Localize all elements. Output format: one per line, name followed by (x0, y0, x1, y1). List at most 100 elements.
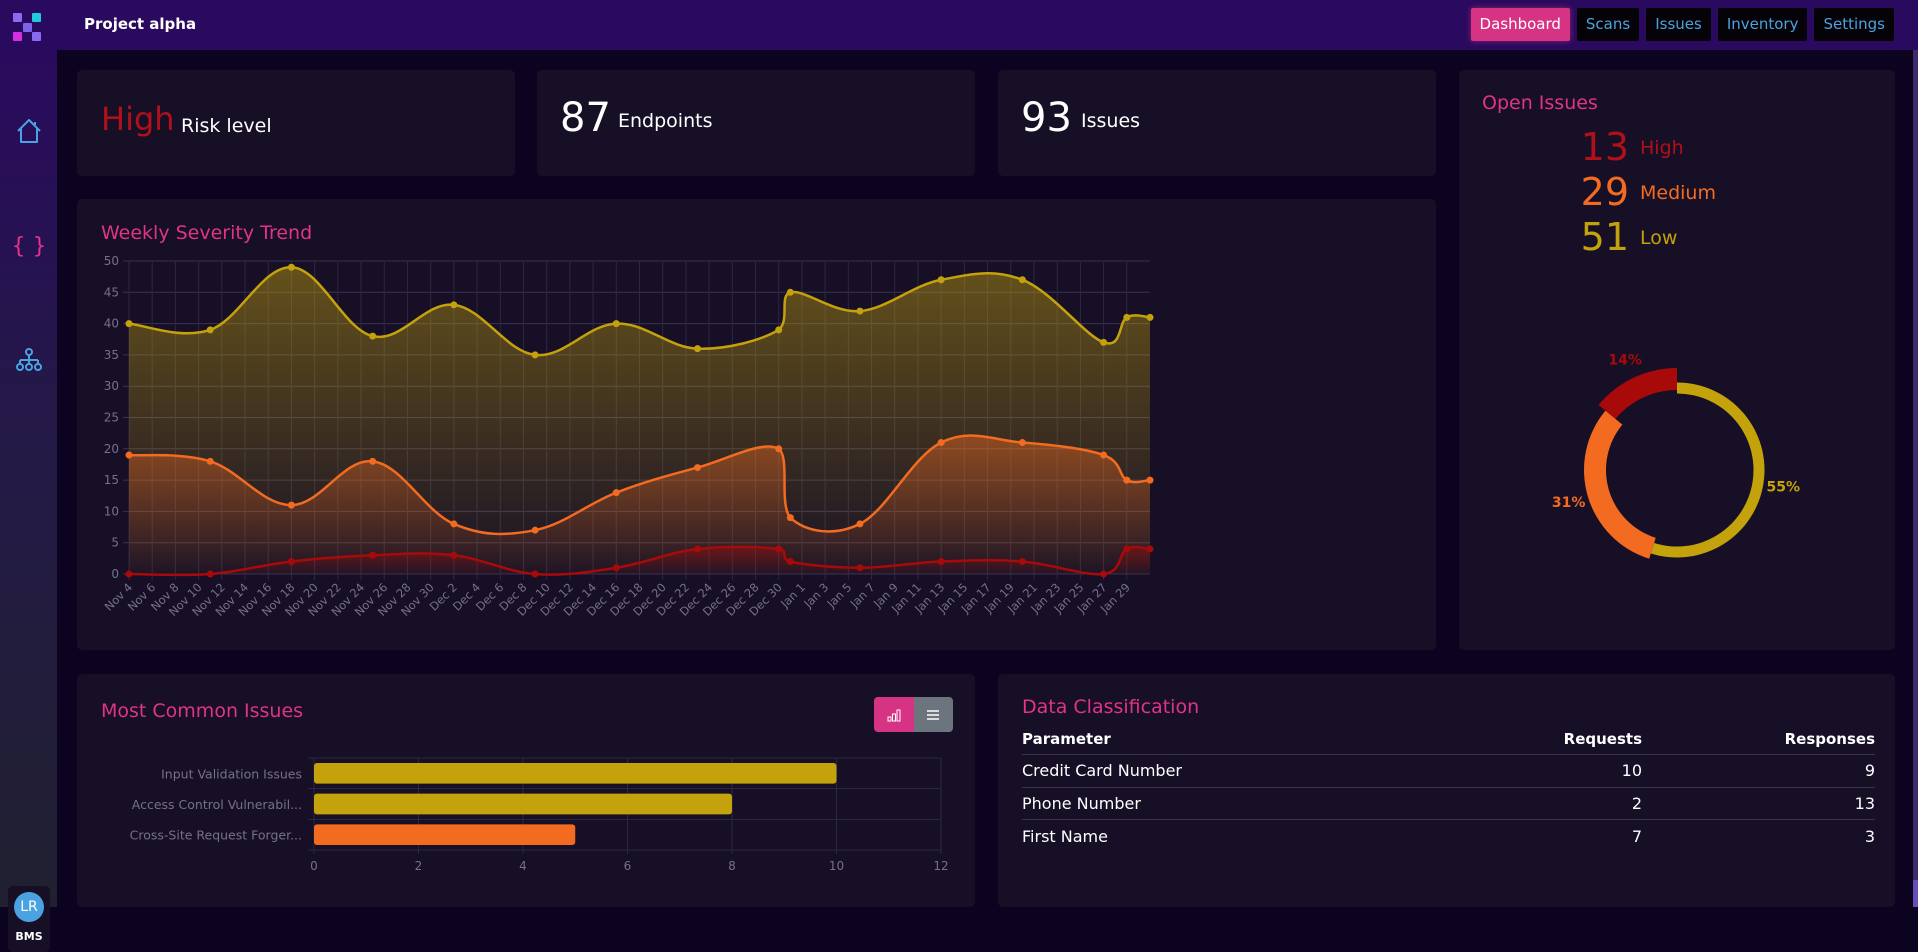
data-point-low[interactable] (1100, 338, 1108, 346)
data-point-medium[interactable] (1123, 476, 1131, 484)
column-header-responses[interactable]: Responses (1642, 730, 1875, 748)
user-name: BMS (15, 930, 43, 943)
code-braces-icon[interactable]: { } (12, 231, 47, 261)
data-point-low[interactable] (612, 320, 620, 328)
column-header-parameter[interactable]: Parameter (1022, 730, 1402, 748)
data-classification-table: Parameter Requests Responses Credit Card Nu… (1022, 724, 1875, 853)
data-point-high[interactable] (206, 570, 214, 578)
data-point-low[interactable] (1018, 276, 1026, 284)
data-point-medium[interactable] (125, 451, 133, 459)
user-menu[interactable]: LR BMS (8, 886, 50, 952)
column-header-requests[interactable]: Requests (1402, 730, 1642, 748)
risk-level-label: Risk level (181, 115, 272, 137)
requests-cell: 7 (1631, 826, 1642, 846)
data-point-low[interactable] (937, 276, 945, 284)
parameter-cell: First Name (1022, 826, 1108, 846)
nav-tab-inventory[interactable]: Inventory (1717, 8, 1808, 41)
bar[interactable] (314, 824, 576, 845)
data-point-low[interactable] (775, 326, 783, 334)
data-point-medium[interactable] (694, 464, 702, 472)
data-point-high[interactable] (856, 564, 864, 572)
data-point-high[interactable] (1123, 545, 1131, 553)
data-classification-card: Data Classification Parameter Requests Res… (998, 674, 1895, 907)
donut-slice-low[interactable] (1650, 382, 1765, 558)
data-point-low[interactable] (206, 326, 214, 334)
responses-cell: 3 (1864, 826, 1875, 846)
open-issues-medium-count: 29 (1580, 170, 1629, 214)
sitemap-icon[interactable] (14, 346, 44, 376)
data-point-low[interactable] (694, 345, 702, 353)
data-point-low[interactable] (786, 288, 794, 296)
data-point-low[interactable] (450, 301, 458, 309)
endpoints-label: Endpoints (618, 110, 713, 132)
x-tick-label: Jan 1 (777, 580, 808, 611)
x-tick-label: Jan 7 (847, 580, 878, 611)
logo-icon[interactable] (13, 13, 43, 43)
data-point-high[interactable] (125, 570, 133, 578)
home-icon[interactable] (14, 116, 44, 146)
data-point-medium[interactable] (1018, 439, 1026, 447)
table-row: Credit Card Number 10 9 (1022, 755, 1875, 788)
x-tick-label: 12 (933, 859, 948, 873)
nav-tab-dashboard[interactable]: Dashboard (1470, 8, 1570, 41)
data-point-high[interactable] (694, 545, 702, 553)
nav-tab-scans[interactable]: Scans (1576, 8, 1640, 41)
x-tick-label: 0 (310, 859, 318, 873)
donut-slice-high[interactable] (1598, 368, 1677, 419)
data-point-low[interactable] (287, 263, 295, 271)
y-tick-label: 25 (104, 411, 119, 425)
data-point-high[interactable] (786, 557, 794, 565)
y-tick-label: 10 (104, 504, 119, 518)
open-issues-medium-label: Medium (1640, 182, 1716, 204)
most-common-issues-chart: 0 2 4 6 8 10 12 Input Validation Issues Access C… (130, 757, 949, 873)
bar[interactable] (314, 763, 837, 784)
data-point-high[interactable] (1018, 557, 1026, 565)
scrollbar-thumb[interactable] (1913, 880, 1918, 907)
endpoints-value: 87 (560, 95, 611, 141)
page-scrollbar[interactable] (1913, 50, 1918, 907)
endpoints-card: 87 Endpoints (537, 70, 975, 176)
open-issues-donut-chart: 55% 31% 14% (1552, 353, 1800, 559)
donut-label-high: 14% (1608, 353, 1642, 369)
data-point-medium[interactable] (206, 457, 214, 465)
data-point-medium[interactable] (450, 520, 458, 528)
data-point-high[interactable] (287, 557, 295, 565)
data-point-high[interactable] (1146, 545, 1154, 553)
data-point-medium[interactable] (612, 489, 620, 497)
data-point-low[interactable] (1123, 313, 1131, 321)
avatar[interactable]: LR (14, 892, 44, 922)
data-point-high[interactable] (775, 545, 783, 553)
data-point-medium[interactable] (786, 514, 794, 522)
data-point-low[interactable] (531, 351, 539, 359)
data-point-high[interactable] (450, 551, 458, 559)
data-point-medium[interactable] (856, 520, 864, 528)
x-tick-label: 10 (829, 859, 844, 873)
data-point-low[interactable] (856, 307, 864, 315)
data-point-high[interactable] (1100, 570, 1108, 578)
data-point-low[interactable] (125, 320, 133, 328)
parameter-cell: Credit Card Number (1022, 761, 1182, 781)
data-point-medium[interactable] (531, 526, 539, 534)
nav-tab-issues[interactable]: Issues (1646, 8, 1711, 41)
data-point-high[interactable] (531, 570, 539, 578)
data-point-medium[interactable] (287, 501, 295, 509)
top-bar: Project alpha Dashboard Scans Issues Invent… (0, 0, 1918, 50)
data-point-high[interactable] (937, 557, 945, 565)
open-issues-high-count: 13 (1580, 125, 1629, 169)
data-point-medium[interactable] (1100, 451, 1108, 459)
data-point-low[interactable] (369, 332, 377, 340)
data-point-medium[interactable] (369, 457, 377, 465)
nav-tab-settings[interactable]: Settings (1814, 8, 1894, 41)
data-point-high[interactable] (612, 564, 620, 572)
data-point-low[interactable] (1146, 313, 1154, 321)
data-point-medium[interactable] (937, 439, 945, 447)
y-tick-label: 50 (104, 254, 119, 268)
category-label: Cross-Site Request Forger... (130, 828, 302, 843)
bar[interactable] (314, 793, 732, 815)
donut-slice-medium[interactable] (1584, 410, 1656, 559)
data-point-high[interactable] (369, 551, 377, 559)
data-point-medium[interactable] (1146, 476, 1154, 484)
x-tick-label: 4 (519, 859, 527, 873)
data-point-medium[interactable] (775, 445, 783, 453)
x-tick-label: Jan 5 (824, 580, 855, 611)
